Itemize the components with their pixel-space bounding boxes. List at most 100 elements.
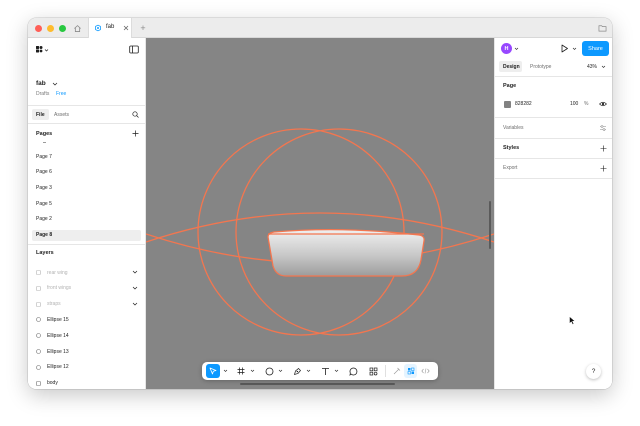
zoom-chevron-icon[interactable]	[601, 64, 606, 69]
shape-tool-chevron-icon[interactable]	[278, 368, 283, 373]
divider	[495, 138, 612, 139]
divider	[495, 76, 612, 77]
tab-prototype[interactable]: Prototype	[530, 64, 551, 70]
page-item[interactable]: Page 8	[32, 229, 141, 241]
frame-tool-button[interactable]	[234, 364, 248, 378]
page-item[interactable]: Page 7	[32, 151, 141, 162]
pages-list-scrollbar[interactable]	[43, 142, 46, 143]
layer-item-label: Ellipse 12	[47, 364, 69, 371]
ellipse-icon	[265, 367, 273, 375]
file-name-chevron-icon[interactable]	[52, 81, 58, 87]
layer-item[interactable]: Ellipse 12	[32, 362, 141, 373]
close-window-button[interactable]	[35, 25, 42, 32]
layer-item[interactable]: body	[32, 378, 141, 389]
layer-item[interactable]: rear wing	[32, 267, 141, 278]
page-item-label: Page 6	[36, 169, 52, 176]
tab-file-label: File	[36, 111, 45, 118]
file-tab-icon	[94, 24, 102, 32]
plan-badge: Free	[56, 91, 67, 97]
tab-file[interactable]: fab	[88, 18, 132, 38]
expand-chevron-icon[interactable]	[132, 269, 138, 275]
divider	[495, 178, 612, 179]
layer-item[interactable]: Ellipse 15	[32, 314, 141, 325]
body-shape[interactable]	[267, 228, 425, 277]
draw-mode-button[interactable]	[390, 364, 403, 378]
add-export-icon[interactable]	[599, 164, 607, 172]
avatar[interactable]: H	[501, 43, 512, 54]
page-item[interactable]: Page 2	[32, 214, 141, 225]
ellipse-icon	[36, 317, 41, 323]
layer-item[interactable]: Ellipse 14	[32, 330, 141, 341]
cursor-icon	[209, 367, 217, 375]
close-tab-icon[interactable]	[121, 23, 130, 32]
search-icon[interactable]	[132, 111, 139, 118]
file-location[interactable]: Drafts	[36, 91, 49, 97]
app-window: fab + fab Drafts Free File Assets Pages …	[28, 18, 612, 389]
move-tool-chevron-icon[interactable]	[223, 368, 228, 373]
design-canvas[interactable]	[146, 38, 494, 389]
frame-tool-chevron-icon[interactable]	[250, 368, 255, 373]
minimize-window-button[interactable]	[47, 25, 54, 32]
file-name[interactable]: fab	[36, 80, 46, 87]
move-tool-button[interactable]	[206, 364, 220, 378]
shape-tool-button[interactable]	[262, 364, 276, 378]
avatar-chevron-icon[interactable]	[514, 46, 519, 51]
expand-chevron-icon[interactable]	[132, 301, 138, 307]
ellipse-icon	[36, 333, 41, 338]
tab-assets[interactable]: Assets	[54, 112, 69, 118]
layer-item[interactable]: straps	[32, 299, 141, 310]
page-item[interactable]: Page 5	[32, 198, 141, 209]
layer-item[interactable]: Ellipse 13	[32, 346, 141, 357]
layer-item[interactable]: front wings	[32, 283, 141, 294]
page-item[interactable]: Page 3	[32, 182, 141, 193]
folder-icon[interactable]	[596, 22, 608, 34]
left-panel: fab Drafts Free File Assets Pages Page 7…	[28, 38, 146, 389]
title-bar: fab +	[28, 18, 612, 38]
comment-tool-button[interactable]	[346, 364, 360, 378]
canvas-artwork[interactable]	[146, 38, 494, 389]
canvas-scrollbar-horizontal[interactable]	[240, 383, 395, 385]
zoom-level[interactable]: 43%	[587, 64, 597, 70]
pen-tool-button[interactable]	[290, 364, 304, 378]
export-label: Export	[503, 165, 518, 171]
design-mode-button[interactable]	[404, 364, 417, 378]
frame-icon	[36, 301, 41, 307]
layer-item-label: front wings	[47, 285, 72, 292]
page-item-label: Page 7	[36, 153, 52, 160]
layer-item-label: straps	[47, 301, 61, 308]
toggle-sidebar-icon[interactable]	[129, 45, 139, 54]
frame-icon	[36, 285, 41, 291]
present-chevron-icon[interactable]	[572, 46, 577, 51]
page-background-opacity[interactable]: 100	[570, 101, 578, 107]
dev-mode-button[interactable]	[419, 364, 432, 378]
variables-label: Variables	[503, 125, 524, 131]
expand-chevron-icon[interactable]	[132, 285, 138, 291]
divider	[495, 158, 612, 159]
page-item[interactable]: Page 6	[32, 167, 141, 178]
pen-tool-chevron-icon[interactable]	[306, 368, 311, 373]
text-tool-button[interactable]	[318, 364, 332, 378]
avatar-initial: H	[504, 45, 509, 52]
page-background-hex[interactable]: 828282	[515, 101, 532, 107]
share-button[interactable]: Share	[582, 41, 609, 56]
tab-design-label: Design	[503, 63, 520, 70]
present-icon[interactable]	[560, 44, 569, 53]
visibility-eye-icon[interactable]	[599, 101, 607, 107]
main-menu-icon[interactable]	[35, 45, 49, 55]
help-button[interactable]: ?	[586, 364, 601, 379]
variables-settings-icon[interactable]	[599, 124, 607, 132]
percent-sign: %	[584, 101, 589, 107]
maximize-window-button[interactable]	[59, 25, 66, 32]
text-tool-chevron-icon[interactable]	[334, 368, 339, 373]
add-page-icon[interactable]	[132, 130, 139, 137]
page-item-label: Page 2	[36, 216, 52, 223]
design-mode-icon	[407, 367, 414, 375]
add-style-icon[interactable]	[599, 144, 607, 152]
canvas-scrollbar-vertical[interactable]	[489, 201, 491, 249]
actions-tool-button[interactable]	[366, 364, 380, 378]
code-icon	[421, 368, 430, 374]
new-tab-icon[interactable]: +	[137, 22, 149, 34]
home-icon[interactable]	[71, 22, 83, 34]
divider	[28, 105, 145, 106]
page-background-swatch[interactable]	[504, 101, 511, 108]
